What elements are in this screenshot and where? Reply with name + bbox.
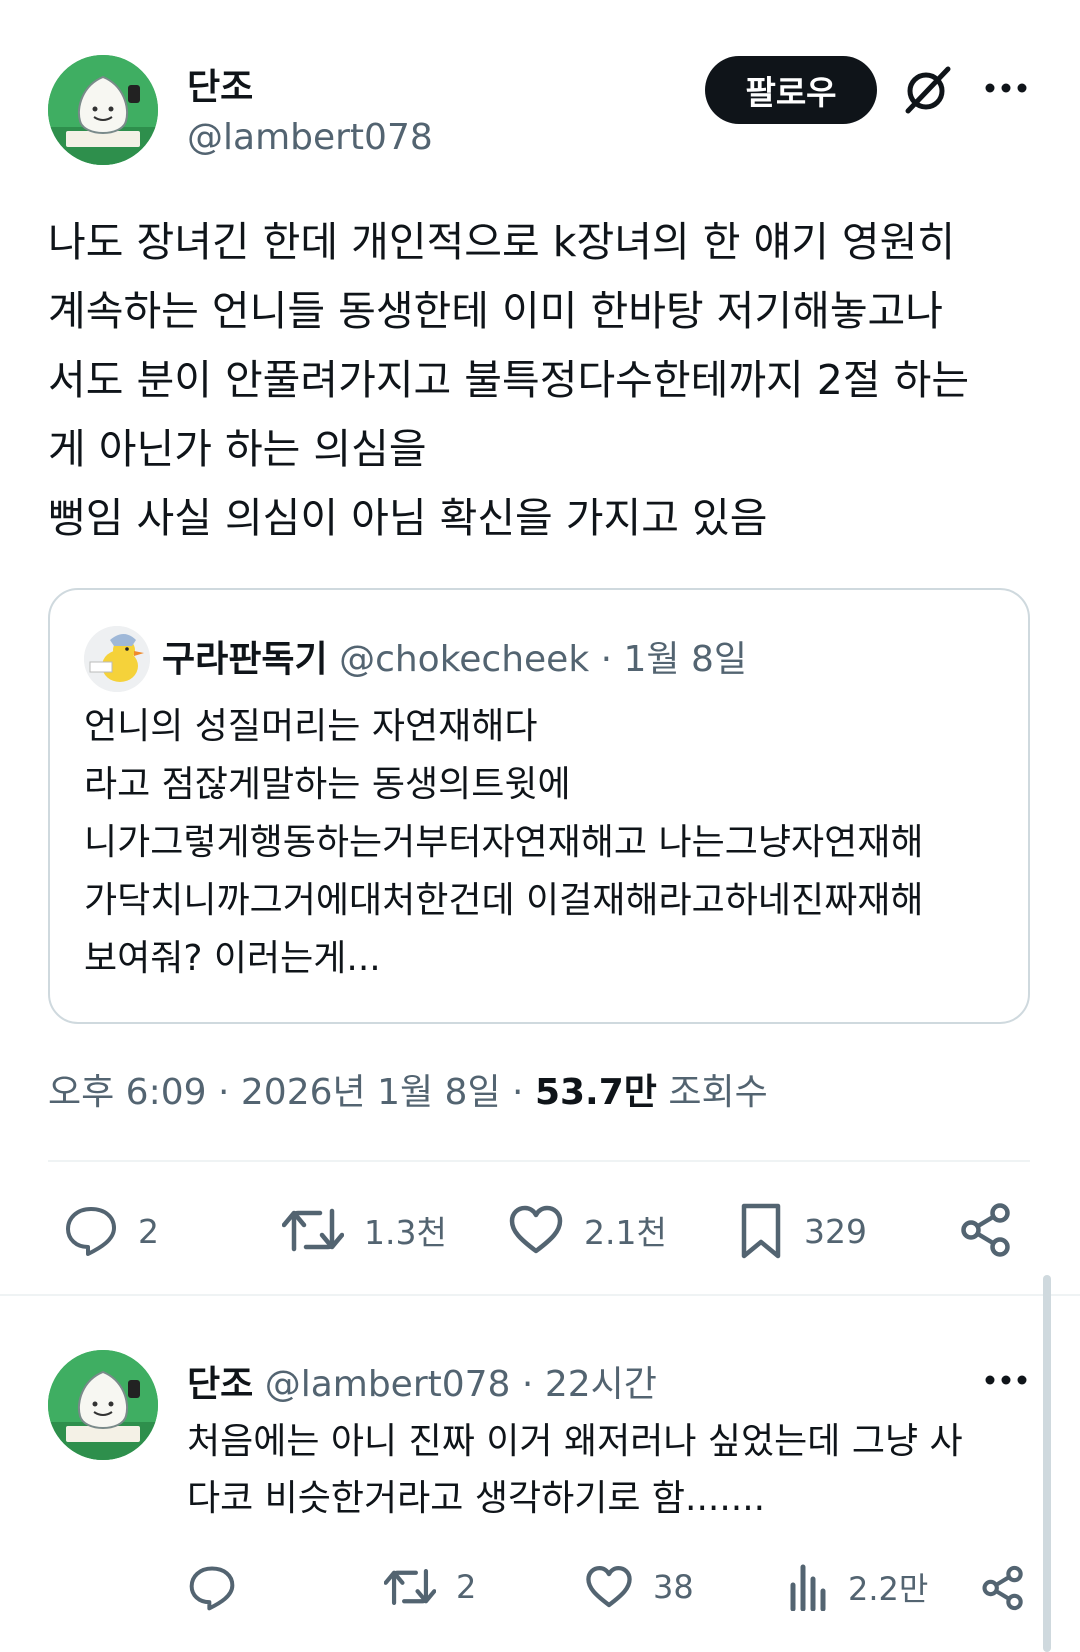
share-icon (982, 1565, 1023, 1611)
reply-like-button[interactable]: 38 (585, 1565, 694, 1609)
tweet-time[interactable]: 오후 6:09 (48, 1072, 207, 1113)
reply-author-name[interactable]: 단조 (187, 1364, 253, 1405)
reply-more-options-icon[interactable] (985, 1372, 1027, 1386)
reply-button[interactable]: 2 (64, 1205, 159, 1257)
like-count: 2.1천 (584, 1213, 667, 1252)
reply-time[interactable]: 22시간 (545, 1364, 657, 1405)
quoted-tweet-text: 언니의 성질머리는 자연재해다 라고 점잖게말하는 동생의트윗에 니가그렇게행동… (84, 706, 924, 979)
reply-tweet-text: 처음에는 아니 진짜 이거 왜저러나 싶었는데 그냥 사 다코 비슷한거라고 생… (187, 1421, 963, 1519)
analytics-icon (790, 1564, 826, 1611)
separator: · (217, 1072, 230, 1113)
author-name[interactable]: 단조 (187, 58, 253, 110)
reply-views-count: 2.2만 (848, 1570, 929, 1608)
reply-like-count: 38 (653, 1568, 694, 1606)
more-options-icon[interactable] (985, 80, 1027, 94)
retweet-icon (282, 1208, 344, 1252)
share-button[interactable] (958, 1202, 1014, 1258)
reply-icon (66, 1207, 116, 1256)
retweet-button[interactable]: 1.3천 (282, 1205, 447, 1255)
bookmark-count: 329 (804, 1211, 867, 1251)
separator: · (600, 639, 613, 680)
reply-author-avatar[interactable] (48, 1350, 158, 1460)
separator: · (521, 1364, 534, 1405)
follow-button[interactable]: 팔로우 (705, 56, 877, 124)
retweet-count: 1.3천 (364, 1213, 447, 1252)
share-icon (961, 1203, 1010, 1257)
heart-icon (586, 1566, 632, 1608)
reply-author-handle[interactable]: @lambert078 (265, 1364, 511, 1405)
divider (48, 1160, 1030, 1162)
tweet-date[interactable]: 2026년 1월 8일 (241, 1072, 501, 1113)
quoted-tweet[interactable]: 구라판독기 @chokecheek · 1월 8일 언니의 성질머리는 자연재해… (48, 588, 1030, 1024)
reply-count: 2 (138, 1211, 159, 1251)
reply-views-button[interactable]: 2.2만 (788, 1563, 928, 1611)
heart-icon (509, 1205, 563, 1254)
tweet-meta: 오후 6:09 · 2026년 1월 8일 · 53.7만 조회수 (48, 1063, 768, 1115)
separator: · (512, 1072, 524, 1113)
reply-share-button[interactable] (980, 1564, 1026, 1612)
reply-icon (189, 1566, 235, 1611)
scrollbar[interactable] (1043, 1275, 1051, 1652)
tweet-text: 나도 장녀긴 한데 개인적으로 k장녀의 한 얘기 영원히 계속하는 언니들 동… (48, 218, 970, 542)
quoted-author-avatar (84, 626, 150, 692)
views-count[interactable]: 53.7만 (535, 1072, 657, 1113)
retweet-icon (384, 1568, 436, 1606)
bookmark-icon (741, 1203, 781, 1259)
quoted-author-handle[interactable]: @chokecheek (339, 639, 589, 680)
bookmark-button[interactable]: 329 (738, 1202, 867, 1260)
grok-icon[interactable] (900, 63, 954, 117)
author-handle[interactable]: @lambert078 (187, 117, 433, 158)
author-avatar[interactable] (48, 55, 158, 165)
reply-reply-button[interactable] (188, 1565, 256, 1611)
quoted-author-name[interactable]: 구라판독기 (162, 639, 328, 680)
divider (0, 1294, 1080, 1296)
reply-retweet-count: 2 (456, 1568, 477, 1606)
quoted-date[interactable]: 1월 8일 (624, 639, 748, 680)
views-label: 조회수 (668, 1072, 768, 1113)
reply-retweet-button[interactable]: 2 (384, 1565, 476, 1609)
like-button[interactable]: 2.1천 (508, 1205, 667, 1255)
